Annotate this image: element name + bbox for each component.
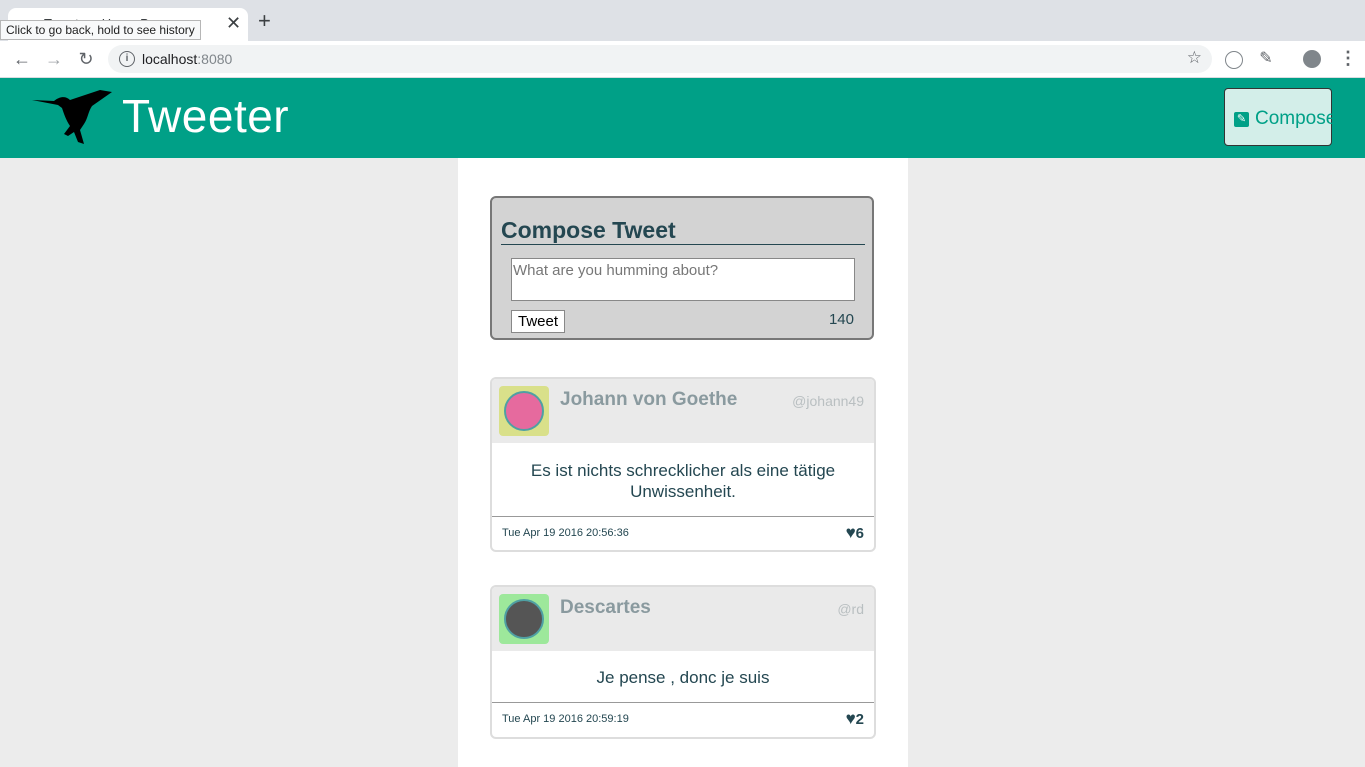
extension-icon[interactable] [1225, 51, 1243, 69]
tweet-timestamp: Tue Apr 19 2016 20:56:36 [502, 527, 629, 539]
tweet-card: Descartes @rd Je pense , donc je suis Tu… [490, 585, 876, 739]
url-port: :8080 [197, 51, 233, 67]
browser-menu-icon[interactable]: ⋮ [1339, 48, 1357, 69]
avatar-face-icon [504, 599, 544, 639]
like-count: 6 [855, 525, 864, 542]
back-arrow-icon[interactable]: ← [11, 49, 33, 69]
tweet-header: Descartes @rd [492, 587, 874, 651]
brand-title: Tweeter [122, 90, 290, 142]
url-host: localhost [142, 51, 198, 67]
bookmark-star-icon[interactable]: ☆ [1187, 48, 1202, 68]
tweet-footer: Tue Apr 19 2016 20:56:36 ♥6 [492, 516, 874, 550]
browser-toolbar: ← → ↻ i localhost:8080 ☆ ✎ ⋮ [0, 41, 1365, 78]
forward-arrow-icon[interactable]: → [43, 49, 65, 69]
tweet-textarea[interactable]: What are you humming about? [511, 258, 855, 301]
address-bar[interactable]: i localhost:8080 ☆ [108, 45, 1212, 73]
tweet-submit-button[interactable]: Tweet [511, 310, 565, 333]
hummingbird-logo-icon [32, 90, 112, 144]
main-column: Compose Tweet What are you humming about… [458, 158, 908, 767]
tweet-author-handle: @johann49 [792, 393, 864, 409]
eyedropper-extension-icon[interactable]: ✎ [1255, 49, 1277, 69]
app-header: Tweeter ✎ Compose [0, 78, 1365, 158]
heart-icon[interactable]: ♥ [846, 523, 856, 542]
profile-avatar-icon[interactable] [1303, 50, 1321, 68]
compose-toggle-button[interactable]: ✎ Compose [1224, 88, 1336, 146]
tweet-likes[interactable]: ♥6 [846, 523, 864, 543]
back-button-tooltip: Click to go back, hold to see history [0, 20, 201, 40]
info-icon[interactable]: i [119, 51, 135, 67]
reload-icon[interactable]: ↻ [75, 49, 97, 69]
pencil-icon: ✎ [1234, 112, 1249, 127]
tweet-author-handle: @rd [837, 601, 864, 617]
url-text: localhost:8080 [142, 51, 232, 67]
browser-tab-strip: Tweeter - Home Page ✕ + Click to go back… [0, 0, 1365, 41]
tweet-timestamp: Tue Apr 19 2016 20:59:19 [502, 713, 629, 725]
tweet-author-name: Descartes [560, 597, 651, 618]
avatar [499, 594, 549, 644]
tab-close-icon[interactable]: ✕ [226, 13, 241, 34]
new-tab-icon[interactable]: + [258, 10, 271, 32]
compose-button-label: Compose [1255, 108, 1337, 129]
tweet-footer: Tue Apr 19 2016 20:59:19 ♥2 [492, 702, 874, 737]
like-count: 2 [855, 711, 864, 728]
tweet-text: Je pense , donc je suis [596, 668, 770, 687]
avatar [499, 386, 549, 436]
compose-tweet-panel: Compose Tweet What are you humming about… [490, 196, 874, 340]
avatar-face-icon [504, 391, 544, 431]
character-counter: 140 [828, 311, 854, 328]
tweet-likes[interactable]: ♥2 [846, 709, 864, 729]
tweet-card: Johann von Goethe @johann49 Es ist nicht… [490, 377, 876, 552]
tweet-author-name: Johann von Goethe [560, 389, 738, 410]
compose-heading: Compose Tweet [501, 216, 865, 245]
heart-icon[interactable]: ♥ [846, 709, 856, 728]
tweet-header: Johann von Goethe @johann49 [492, 379, 874, 443]
tweet-text: Es ist nichts schrecklicher als eine tät… [530, 461, 836, 501]
